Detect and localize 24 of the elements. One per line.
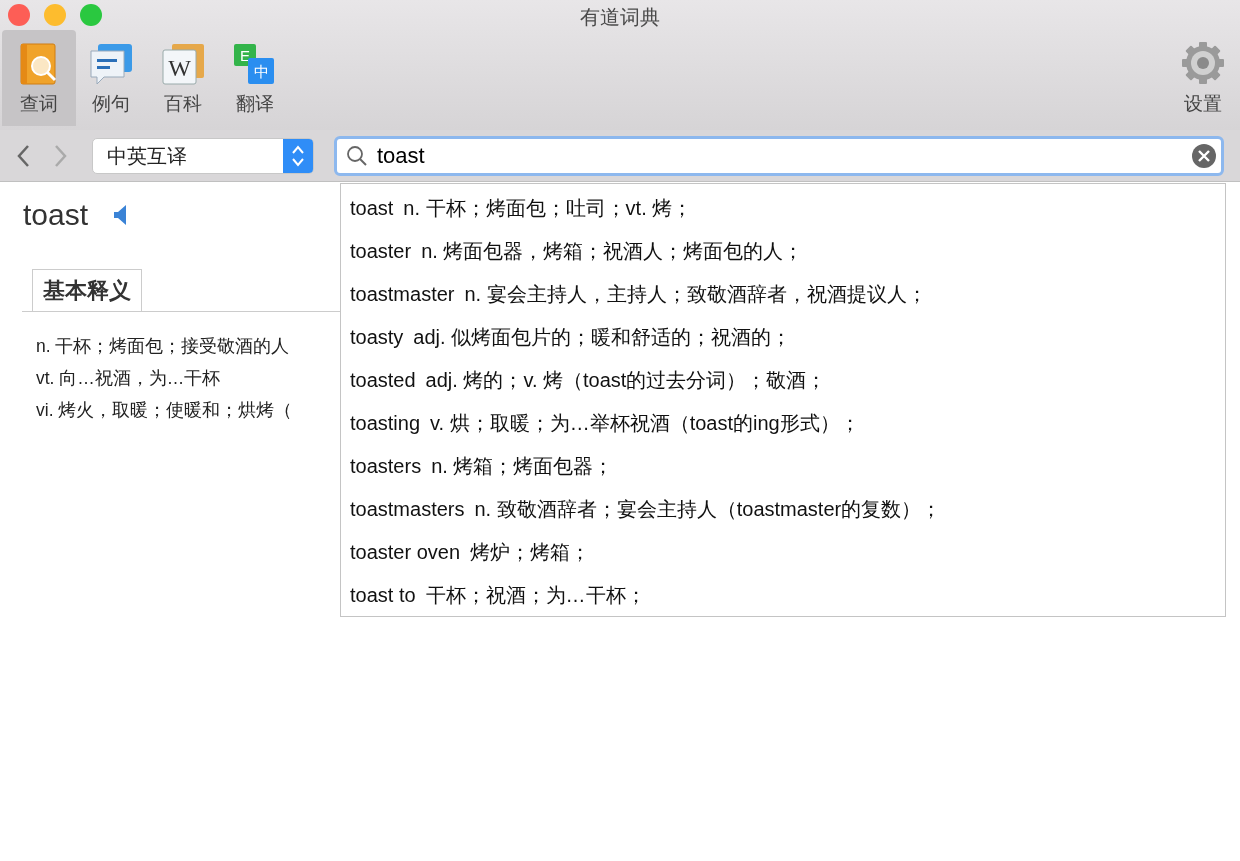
book-magnifier-icon (19, 41, 59, 86)
window-title: 有道词典 (580, 5, 660, 30)
clear-icon[interactable] (1191, 142, 1217, 169)
toolbar-tab[interactable]: 查词 (2, 30, 76, 126)
minimize-button[interactable] (44, 4, 66, 26)
mode-dropdown[interactable]: 中英互译 (92, 137, 314, 174)
definition-line: vt. 向…祝酒，为…干杯 (36, 367, 222, 390)
headword: toast (23, 197, 89, 233)
speaker-icon[interactable] (112, 202, 129, 227)
back-button[interactable] (16, 143, 30, 168)
definition-line: vi. 烤火，取暖；使暖和；烘烤（ (36, 399, 294, 422)
settings-icon (1180, 39, 1226, 86)
speech-bubble-icon (88, 41, 134, 86)
search-field[interactable]: toast (334, 135, 1224, 176)
toolbar-tab[interactable]: E 中 翻译 (218, 30, 292, 126)
definition-line: n. 干杯；烤面包；接受敬酒的人 (36, 335, 291, 358)
definition-tab[interactable]: 基本释义 (32, 269, 142, 311)
search-icon (346, 144, 368, 167)
toolbar-tab[interactable]: W 百科 (146, 30, 220, 126)
settings-button[interactable]: 设置 (1166, 30, 1240, 126)
toolbar-tab[interactable]: 例句 (74, 30, 148, 126)
close-button[interactable] (8, 4, 30, 26)
forward-button[interactable] (54, 143, 68, 168)
zoom-button[interactable] (80, 4, 102, 26)
